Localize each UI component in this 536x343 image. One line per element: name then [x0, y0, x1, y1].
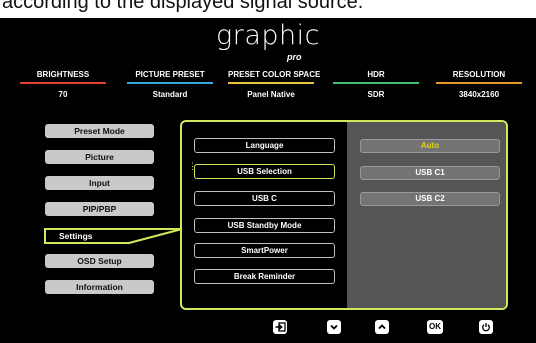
chevron-down-icon [330, 324, 338, 330]
power-button[interactable] [479, 320, 493, 334]
status-label: RESOLUTION [452, 70, 506, 79]
exit-icon [275, 322, 286, 332]
menu-preset-mode[interactable]: Preset Mode [45, 124, 154, 138]
status-value: 3840x2160 [458, 90, 500, 99]
submenu-usb-selection[interactable]: USB Selection [194, 164, 335, 179]
submenu-language[interactable]: Language [194, 138, 335, 153]
caption-band: according to the displayed signal source… [0, 0, 536, 18]
status-color-bar [436, 82, 522, 84]
option-usb-c1[interactable]: USB C1 [360, 166, 500, 180]
logo-word: graphic [216, 20, 320, 51]
power-icon [482, 323, 490, 332]
status-resolution: RESOLUTION 3840x2160 [436, 70, 522, 99]
status-color-bar [228, 82, 314, 84]
status-brightness: BRIGHTNESS 70 [20, 70, 106, 99]
status-color-space: PRESET COLOR SPACE Panel Native [228, 70, 321, 99]
down-button[interactable] [327, 320, 341, 334]
exit-button[interactable] [273, 320, 287, 334]
status-label: PICTURE PRESET [135, 70, 205, 79]
menu-picture[interactable]: Picture [45, 150, 154, 164]
status-value: Standard [152, 90, 188, 99]
caption-text: according to the displayed signal source… [2, 0, 364, 13]
submenu-break-reminder[interactable]: Break Reminder [194, 269, 335, 284]
status-color-bar [333, 82, 419, 84]
status-picture-preset: PICTURE PRESET Standard [127, 70, 213, 99]
status-bar: BRIGHTNESS 70 PICTURE PRESET Standard PR… [0, 70, 536, 104]
menu-information[interactable]: Information [45, 280, 154, 294]
status-hdr: HDR SDR [333, 70, 419, 99]
submenu-usb-c[interactable]: USB C [194, 191, 335, 206]
ok-button[interactable]: OK [427, 320, 443, 334]
status-label: BRIGHTNESS [36, 70, 90, 79]
status-color-bar [20, 82, 106, 84]
scroll-indicator-icon: ⋮ [188, 162, 197, 175]
option-usb-c2[interactable]: USB C2 [360, 192, 500, 206]
brand-logo: graphic pro [0, 20, 536, 62]
submenu-usb-standby-mode[interactable]: USB Standby Mode [194, 218, 335, 233]
menu-pip-pbp[interactable]: PIP/PBP [45, 202, 154, 216]
logo-sub: pro [287, 52, 302, 62]
status-value: Panel Native [247, 90, 295, 99]
status-value: 70 [58, 90, 68, 99]
status-label: HDR [367, 70, 385, 79]
menu-osd-setup[interactable]: OSD Setup [45, 254, 154, 268]
status-color-bar [127, 82, 213, 84]
menu-input[interactable]: Input [45, 176, 154, 190]
up-button[interactable] [375, 320, 389, 334]
status-label: PRESET COLOR SPACE [228, 70, 321, 79]
submenu-smartpower[interactable]: SmartPower [194, 243, 335, 258]
option-auto[interactable]: Auto [360, 139, 500, 153]
status-value: SDR [367, 90, 385, 99]
chevron-up-icon [378, 324, 386, 330]
menu-settings[interactable]: Settings [45, 229, 154, 243]
